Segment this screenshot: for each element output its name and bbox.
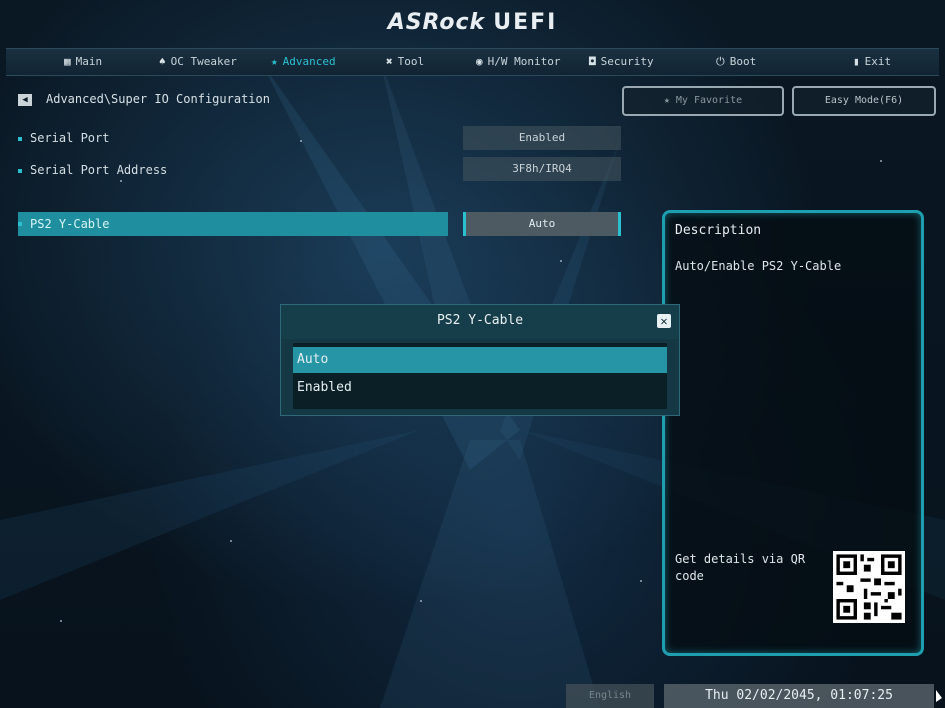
breadcrumb: ◀ Advanced\Super IO Configuration — [18, 92, 270, 106]
tab-boot[interactable]: ⏻ Boot — [716, 49, 756, 75]
bullet-icon — [18, 222, 22, 226]
tab-main[interactable]: ▦ Main — [64, 49, 102, 75]
tab-label: Boot — [729, 55, 757, 68]
bullet-icon — [18, 136, 22, 141]
my-favorite-button[interactable]: ★ My Favorite — [622, 86, 784, 116]
setting-serial-port-address[interactable]: Serial Port Address — [18, 163, 167, 177]
shield-icon: ◘ — [589, 55, 596, 68]
option-list: Auto Enabled — [293, 343, 667, 409]
tab-label: H/W Monitor — [487, 55, 561, 68]
tab-label: Advanced — [282, 55, 336, 68]
description-panel: Description Auto/Enable PS2 Y-Cable Get … — [662, 210, 924, 656]
serial-port-address-value[interactable]: 3F8h/IRQ4 — [463, 157, 621, 181]
grid-icon: ▦ — [64, 55, 71, 68]
setting-ps2-y-cable[interactable]: PS2 Y-Cable — [18, 212, 448, 236]
ps2-y-cable-value[interactable]: Auto — [463, 212, 621, 236]
brand-suffix: UEFI — [493, 10, 558, 35]
ps2-y-cable-dialog: PS2 Y-Cable ✕ Auto Enabled — [280, 304, 680, 416]
setting-label: Serial Port Address — [30, 163, 168, 177]
tab-label: OC Tweaker — [170, 55, 237, 68]
star-icon: ★ — [271, 55, 278, 68]
easy-mode-button[interactable]: Easy Mode(F6) — [792, 86, 936, 116]
tab-tool[interactable]: ✖ Tool — [386, 49, 424, 75]
breadcrumb-path: Advanced\Super IO Configuration — [46, 92, 270, 106]
tab-hw-monitor[interactable]: ◉ H/W Monitor — [476, 49, 560, 75]
back-arrow-icon[interactable]: ◀ — [18, 93, 32, 106]
exit-icon: ▮ — [853, 55, 860, 68]
language-button[interactable]: English — [566, 684, 654, 708]
tab-exit[interactable]: ▮ Exit — [853, 49, 891, 75]
close-icon[interactable]: ✕ — [657, 314, 671, 328]
power-icon: ⏻ — [716, 55, 725, 68]
brand-logo: ASRock UEFI — [0, 10, 945, 35]
option-enabled[interactable]: Enabled — [293, 375, 667, 401]
setting-label: Serial Port — [30, 131, 110, 145]
description-title: Description — [675, 223, 762, 238]
mouse-cursor-icon — [936, 690, 942, 702]
tab-label: Security — [600, 55, 654, 68]
setting-serial-port[interactable]: Serial Port — [18, 131, 109, 145]
rocket-icon: ♠ — [159, 55, 166, 68]
description-text: Auto/Enable PS2 Y-Cable — [675, 259, 842, 273]
monitor-icon: ◉ — [476, 55, 483, 68]
tab-advanced[interactable]: ★ Advanced — [271, 49, 336, 75]
tool-icon: ✖ — [386, 55, 393, 68]
setting-label: PS2 Y-Cable — [30, 217, 110, 231]
qr-code-icon — [833, 551, 905, 623]
qr-label: Get details via QR code — [675, 552, 806, 583]
datetime-display: Thu 02/02/2045, 01:07:25 — [664, 684, 934, 708]
option-auto[interactable]: Auto — [293, 347, 667, 373]
brand-name: ASRock — [387, 10, 486, 35]
tab-oc-tweaker[interactable]: ♠ OC Tweaker — [159, 49, 237, 75]
bullet-icon — [18, 168, 22, 173]
tab-label: Exit — [864, 55, 892, 68]
tab-security[interactable]: ◘ Security — [589, 49, 654, 75]
tab-label: Main — [75, 55, 103, 68]
dialog-title: PS2 Y-Cable — [281, 305, 679, 339]
main-tab-bar: ▦ Main ♠ OC Tweaker ★ Advanced ✖ Tool ◉ H/W M… — [6, 48, 939, 76]
tab-label: Tool — [397, 55, 425, 68]
serial-port-value[interactable]: Enabled — [463, 126, 621, 150]
